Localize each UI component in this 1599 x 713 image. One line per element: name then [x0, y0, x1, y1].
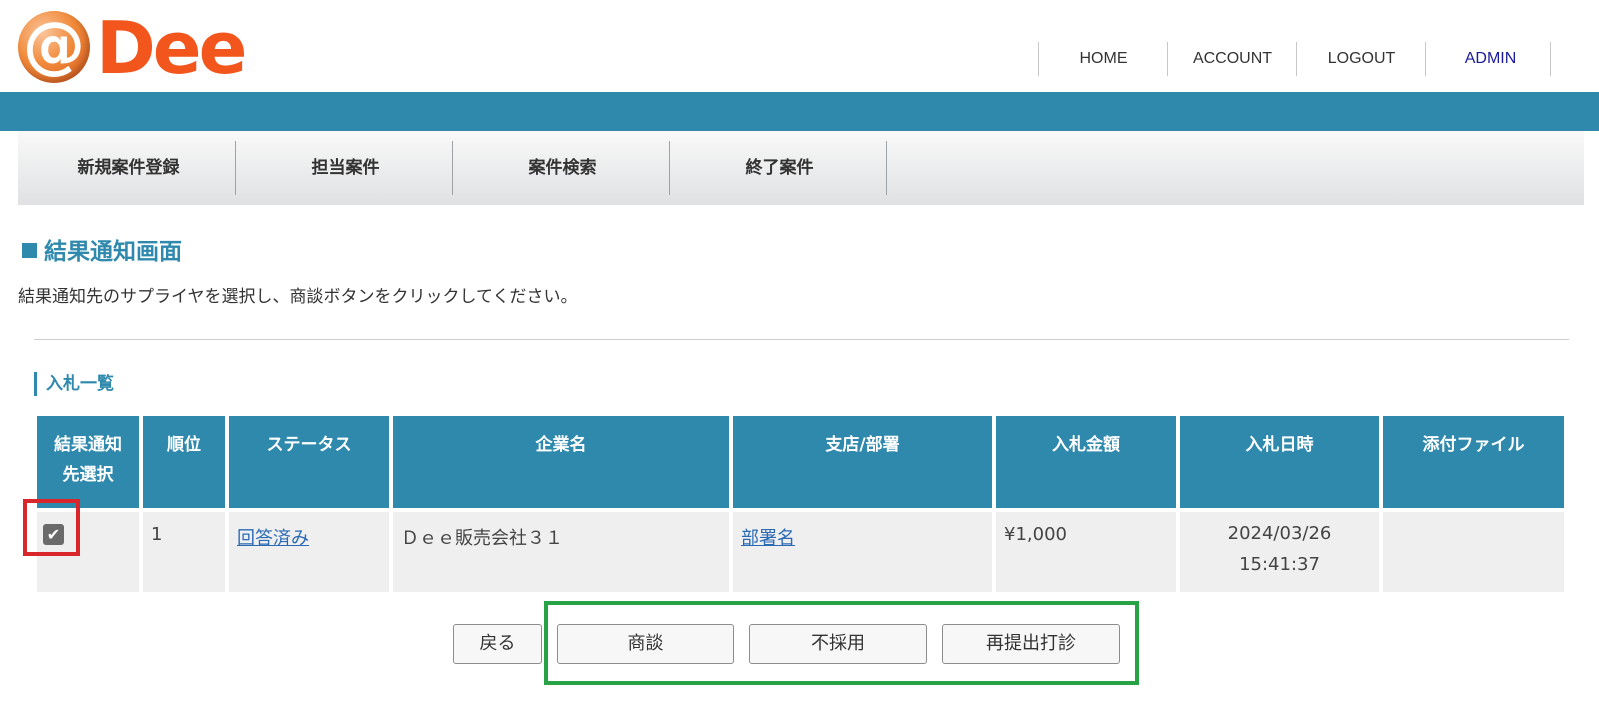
checkbox-highlight	[23, 499, 80, 556]
nav-divider	[1550, 42, 1551, 76]
col-header-status: ステータス	[229, 416, 389, 512]
menu-closed-projects[interactable]: 終了案件	[669, 141, 890, 195]
menu-assigned-projects[interactable]: 担当案件	[235, 141, 456, 195]
back-button[interactable]: 戻る	[453, 624, 542, 664]
col-header-department: 支店/部署	[733, 416, 992, 512]
resubmit-request-button[interactable]: 再提出打診	[942, 624, 1120, 664]
nav-logout-link[interactable]: LOGOUT	[1296, 42, 1426, 76]
nav-home-link[interactable]: HOME	[1038, 42, 1168, 76]
dee-logo[interactable]: @ Dee	[16, 6, 247, 90]
cell-department: 部署名	[733, 512, 992, 592]
col-header-company: 企業名	[393, 416, 729, 512]
department-link[interactable]: 部署名	[741, 528, 795, 549]
nav-admin-link[interactable]: ADMIN	[1425, 42, 1555, 76]
col-header-datetime: 入札日時	[1180, 416, 1379, 512]
menu-new-project[interactable]: 新規案件登録	[18, 141, 239, 195]
cell-rank: 1	[143, 512, 225, 592]
status-link[interactable]: 回答済み	[237, 528, 309, 549]
divider	[34, 339, 1569, 340]
page-description: 結果通知先のサプライヤを選択し、商談ボタンをクリックしてください。	[18, 287, 578, 307]
logo-at-symbol: @	[23, 8, 85, 81]
reject-button[interactable]: 不採用	[749, 624, 927, 664]
cell-company: Ｄｅｅ販売会社３１	[393, 512, 729, 592]
col-header-amount: 入札金額	[996, 416, 1176, 512]
header-band	[0, 92, 1599, 131]
col-header-attachment: 添付ファイル	[1383, 416, 1564, 512]
section-title: 入札一覧	[34, 372, 114, 396]
main-menu: 新規案件登録 担当案件 案件検索 終了案件	[18, 131, 1584, 205]
bids-table: 結果通知先選択 順位 ステータス 企業名 支店/部署 入札金額 入札日時 添付フ…	[33, 416, 1568, 592]
negotiate-button[interactable]: 商談	[557, 624, 734, 664]
logo-text: Dee	[96, 6, 247, 90]
cell-datetime: 2024/03/26 15:41:37	[1180, 512, 1379, 592]
col-header-select-text: 結果通知先選択	[54, 435, 122, 485]
bid-time: 15:41:37	[1239, 554, 1320, 575]
cell-status: 回答済み	[229, 512, 389, 592]
page-title-text: 結果通知画面	[44, 239, 182, 265]
page-title: 結果通知画面	[22, 232, 182, 266]
table-row: ✔ 1 回答済み Ｄｅｅ販売会社３１ 部署名 ¥1,000 2024/03/26…	[37, 512, 1564, 592]
square-bullet-icon	[22, 243, 37, 258]
nav-account-link[interactable]: ACCOUNT	[1167, 42, 1297, 76]
col-header-rank: 順位	[143, 416, 225, 512]
cell-amount: ¥1,000	[996, 512, 1176, 592]
menu-project-search[interactable]: 案件検索	[452, 141, 673, 195]
table-header-row: 結果通知先選択 順位 ステータス 企業名 支店/部署 入札金額 入札日時 添付フ…	[37, 416, 1564, 512]
header: @ Dee HOME ACCOUNT LOGOUT ADMIN	[0, 0, 1599, 92]
bid-date: 2024/03/26	[1227, 523, 1332, 544]
col-header-select: 結果通知先選択	[37, 416, 139, 512]
menu-divider	[886, 141, 887, 195]
cell-attachment	[1383, 512, 1564, 592]
